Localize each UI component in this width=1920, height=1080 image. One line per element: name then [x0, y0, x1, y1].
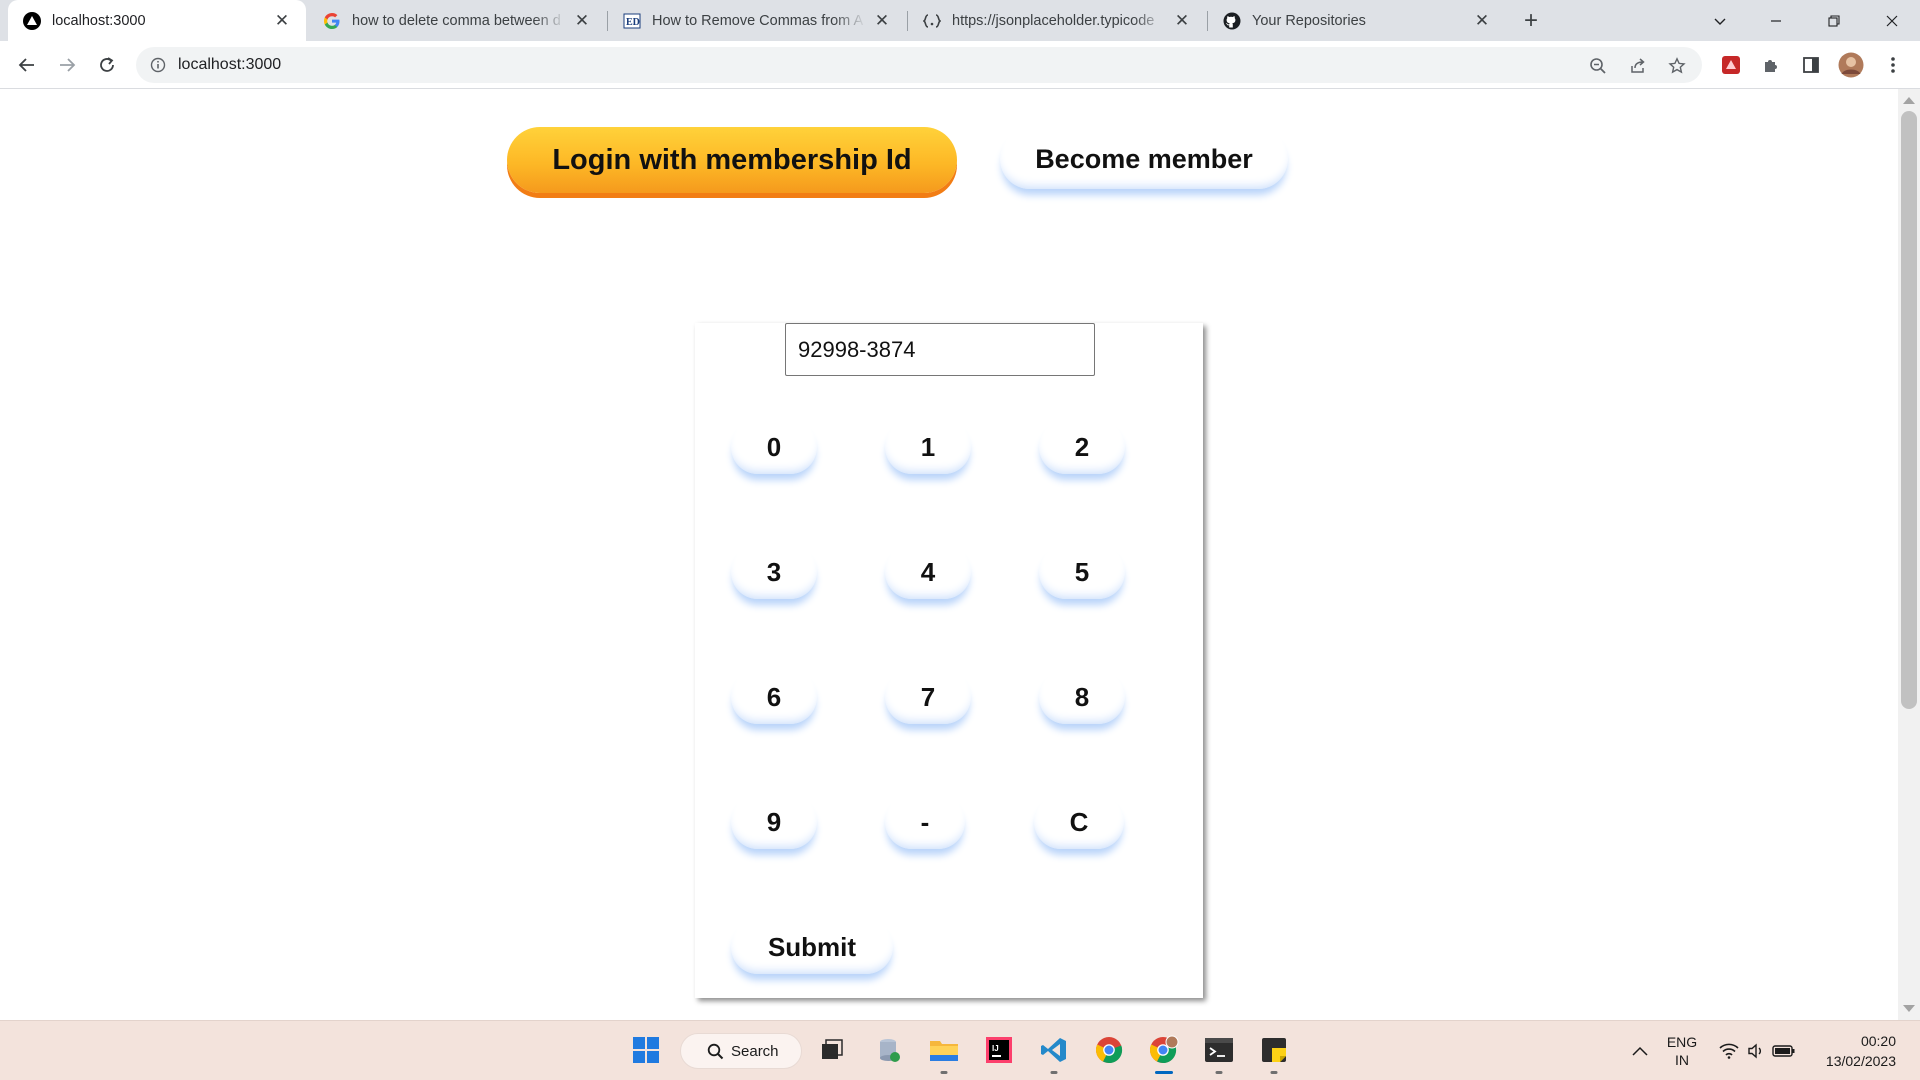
- running-indicator: [940, 1071, 948, 1074]
- login-with-membership-button[interactable]: Login with membership Id: [507, 127, 957, 193]
- key-0[interactable]: 0: [731, 420, 817, 474]
- bookmark-star-icon[interactable]: [1667, 56, 1687, 76]
- tab-github-repositories[interactable]: Your Repositories ✕: [1208, 0, 1506, 41]
- forward-arrow-icon[interactable]: [52, 50, 82, 80]
- tab-search-chevron-icon[interactable]: [1692, 0, 1748, 41]
- jsonplaceholder-icon: [922, 11, 942, 31]
- key-dash[interactable]: -: [885, 795, 965, 849]
- taskbar-search[interactable]: Search: [680, 1033, 802, 1069]
- battery-icon[interactable]: [1770, 1021, 1798, 1080]
- scroll-down-arrow-icon[interactable]: [1903, 1005, 1915, 1012]
- key-clear[interactable]: C: [1034, 795, 1124, 849]
- back-arrow-icon[interactable]: [12, 50, 42, 80]
- close-tab-icon[interactable]: ✕: [1172, 11, 1192, 31]
- extensions-puzzle-icon[interactable]: [1758, 52, 1784, 78]
- file-explorer-icon[interactable]: [926, 1032, 962, 1074]
- sticky-notes-icon[interactable]: [1256, 1032, 1292, 1074]
- restore-icon[interactable]: [1806, 0, 1862, 41]
- close-tab-icon[interactable]: ✕: [1472, 11, 1492, 31]
- scroll-up-arrow-icon[interactable]: [1903, 97, 1915, 104]
- page-scrollbar[interactable]: [1898, 89, 1920, 1020]
- svg-text:ED: ED: [626, 17, 640, 28]
- google-icon: [322, 11, 342, 31]
- scrollbar-thumb[interactable]: [1901, 111, 1917, 709]
- membership-id-input[interactable]: [785, 323, 1095, 376]
- chrome-icon[interactable]: [1091, 1032, 1127, 1068]
- tab-title: https://jsonplaceholder.typicode: [952, 12, 1155, 29]
- key-7[interactable]: 7: [885, 670, 971, 724]
- browser-toolbar: localhost:3000: [0, 41, 1920, 89]
- windows-start-icon[interactable]: [628, 1032, 664, 1068]
- zoom-icon[interactable]: [1588, 56, 1608, 76]
- close-tab-icon[interactable]: ✕: [272, 11, 292, 31]
- side-panel-icon[interactable]: [1798, 52, 1824, 78]
- nextjs-icon: [22, 11, 42, 31]
- search-icon: [707, 1043, 724, 1064]
- chrome-profile-icon[interactable]: [1146, 1032, 1182, 1074]
- language-code: ENG: [1666, 1034, 1698, 1050]
- active-indicator: [1155, 1071, 1173, 1074]
- clock-time: 00:20: [1860, 1033, 1896, 1049]
- search-label: Search: [731, 1042, 779, 1060]
- running-indicator: [1050, 1071, 1058, 1074]
- volume-icon[interactable]: [1744, 1021, 1768, 1080]
- address-bar[interactable]: localhost:3000: [136, 47, 1702, 83]
- tab-title: How to Remove Commas from A: [652, 12, 864, 29]
- tab-localhost[interactable]: localhost:3000 ✕: [8, 0, 306, 41]
- task-view-icon[interactable]: [814, 1032, 850, 1068]
- tab-title: localhost:3000: [52, 12, 146, 29]
- key-9[interactable]: 9: [731, 795, 817, 849]
- profile-avatar[interactable]: [1838, 52, 1864, 78]
- reload-icon[interactable]: [92, 50, 122, 80]
- github-icon: [1222, 11, 1242, 31]
- tab-educba[interactable]: ED How to Remove Commas from A ✕: [608, 0, 906, 41]
- close-tab-icon[interactable]: ✕: [872, 11, 892, 31]
- svg-text:IJ: IJ: [992, 1044, 999, 1053]
- storage-app-icon[interactable]: [871, 1032, 907, 1068]
- tab-title: how to delete comma between d: [352, 12, 561, 29]
- key-4[interactable]: 4: [885, 545, 971, 599]
- tab-jsonplaceholder[interactable]: https://jsonplaceholder.typicode ✕: [908, 0, 1206, 41]
- tab-title: Your Repositories: [1252, 12, 1366, 29]
- educba-icon: ED: [622, 11, 642, 31]
- key-8[interactable]: 8: [1039, 670, 1125, 724]
- wifi-icon[interactable]: [1716, 1021, 1742, 1080]
- tab-strip: localhost:3000 ✕ how to delete comma bet…: [0, 0, 1920, 41]
- extension-red-icon[interactable]: [1718, 52, 1744, 78]
- terminal-icon[interactable]: [1201, 1032, 1237, 1074]
- submit-button[interactable]: Submit: [731, 920, 893, 974]
- language-indicator[interactable]: ENG IN: [1660, 1021, 1704, 1080]
- become-member-button[interactable]: Become member: [1000, 129, 1288, 189]
- key-3[interactable]: 3: [731, 545, 817, 599]
- windows-taskbar: Search IJ ENG IN 00:20 13/02/2023: [0, 1020, 1920, 1080]
- key-6[interactable]: 6: [731, 670, 817, 724]
- keypad-card: 0 1 2 3 4 5 6 7 8 9 - C Submit: [695, 323, 1203, 998]
- new-tab-plus-icon[interactable]: +: [1517, 7, 1545, 34]
- url-text[interactable]: localhost:3000: [178, 56, 281, 74]
- key-1[interactable]: 1: [885, 420, 971, 474]
- close-window-icon[interactable]: [1864, 0, 1920, 41]
- show-hidden-icons-chevron-icon[interactable]: [1628, 1021, 1652, 1080]
- vscode-icon[interactable]: [1036, 1032, 1072, 1074]
- key-2[interactable]: 2: [1039, 420, 1125, 474]
- taskbar-clock[interactable]: 00:20 13/02/2023: [1810, 1031, 1896, 1071]
- intellij-icon[interactable]: IJ: [981, 1032, 1017, 1068]
- running-indicator: [1270, 1071, 1278, 1074]
- key-5[interactable]: 5: [1039, 545, 1125, 599]
- share-icon[interactable]: [1628, 56, 1648, 76]
- close-tab-icon[interactable]: ✕: [572, 11, 592, 31]
- running-indicator: [1215, 1071, 1223, 1074]
- site-info-icon[interactable]: [148, 55, 168, 75]
- browser-menu-icon[interactable]: [1880, 52, 1906, 78]
- clock-date: 13/02/2023: [1825, 1053, 1896, 1069]
- region-code: IN: [1675, 1052, 1689, 1068]
- tab-google-search[interactable]: how to delete comma between d ✕: [308, 0, 606, 41]
- minimize-icon[interactable]: [1748, 0, 1804, 41]
